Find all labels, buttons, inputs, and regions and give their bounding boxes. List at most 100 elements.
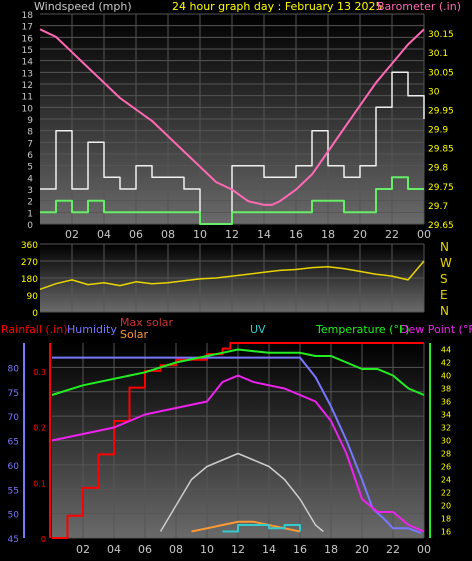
- x-tick-label: 02: [76, 543, 90, 556]
- compass-labels: N W S E N: [440, 240, 452, 318]
- wind-tick-label: 9: [27, 116, 33, 126]
- rain-tick-label: 0.2: [33, 424, 46, 433]
- x-tick-label: 08: [169, 543, 183, 556]
- x-tick-label: 00: [417, 543, 431, 556]
- x-tick-label: 22: [385, 228, 399, 241]
- rain-tick-label: 0.1: [33, 479, 46, 488]
- x-tick-label: 14: [262, 543, 276, 556]
- x-tick-label: 08: [161, 228, 175, 241]
- temp-tick-label: 32: [441, 424, 451, 433]
- temp-tick-label: 36: [441, 398, 451, 407]
- x-tick-label: 22: [386, 543, 400, 556]
- direction-tick-label: 360: [21, 241, 38, 251]
- wind-tick-label: 0: [27, 221, 33, 231]
- barometer-tick-label: 29.95: [428, 106, 454, 116]
- barometer-tick-label: 30.05: [428, 68, 454, 78]
- temp-tick-label: 42: [441, 359, 451, 368]
- x-tick-label: 04: [97, 228, 111, 241]
- legend-humidity: Humidity: [67, 323, 117, 336]
- barometer-tick-label: 29.85: [428, 145, 454, 155]
- humidity-tick-label: 50: [8, 511, 20, 521]
- x-tick-label: 10: [200, 543, 214, 556]
- barometer-tick-label: 30.15: [428, 30, 454, 40]
- wind-tick-label: 6: [27, 151, 33, 161]
- temp-tick-label: 26: [441, 463, 451, 472]
- barometer-axis-label: Barometer (.in): [377, 0, 461, 13]
- direction-tick-label: 270: [21, 258, 38, 268]
- humidity-tick-label: 55: [8, 486, 19, 496]
- rain-tick-label: 0: [41, 535, 46, 544]
- compass-n-top: N: [440, 240, 449, 254]
- wind-axis-label: Windspeed (mph): [34, 0, 132, 13]
- wind-tick-label: 8: [27, 128, 33, 138]
- barometer-tick-label: 29.9: [428, 126, 448, 136]
- legend-dewpoint: Dew Point (°F): [400, 323, 472, 336]
- compass-s: S: [440, 272, 448, 286]
- wind-tick-label: 11: [22, 93, 33, 103]
- humidity-tick-label: 80: [8, 364, 20, 374]
- x-tick-label: 06: [138, 543, 152, 556]
- x-tick-label: 06: [129, 228, 143, 241]
- temp-tick-label: 30: [441, 437, 451, 446]
- barometer-tick-label: 29.65: [428, 221, 454, 231]
- x-tick-label: 12: [231, 543, 245, 556]
- compass-e: E: [440, 288, 448, 302]
- humidity-tick-label: 60: [8, 462, 20, 472]
- temp-tick-label: 44: [441, 346, 451, 355]
- wind-tick-label: 10: [22, 104, 34, 114]
- wind-tick-label: 7: [27, 139, 33, 149]
- wind-tick-label: 1: [27, 209, 33, 219]
- legend-uv: UV: [250, 323, 266, 336]
- humidity-tick-label: 70: [8, 413, 20, 423]
- temp-tick-label: 16: [441, 528, 451, 537]
- wind-tick-label: 17: [22, 23, 33, 33]
- x-tick-label: 16: [293, 543, 307, 556]
- wind-tick-label: 18: [22, 11, 34, 21]
- humidity-tick-label: 45: [8, 535, 19, 545]
- barometer-tick-label: 30: [428, 87, 440, 97]
- temp-tick-label: 20: [441, 502, 451, 511]
- humidity-tick-label: 65: [8, 438, 19, 448]
- compass-n-bottom: N: [440, 304, 449, 318]
- wind-tick-label: 4: [27, 174, 33, 184]
- rain-tick-label: 0.3: [33, 368, 46, 377]
- humidity-tick-label: 75: [8, 389, 19, 399]
- x-tick-label: 02: [65, 228, 79, 241]
- chart-title: 24 hour graph day : February 13 2025: [172, 0, 383, 13]
- wind-tick-label: 5: [27, 163, 33, 173]
- barometer-tick-label: 29.75: [428, 183, 454, 193]
- x-tick-label: 20: [355, 543, 369, 556]
- x-tick-label: 18: [321, 228, 335, 241]
- compass-w: W: [440, 256, 452, 270]
- wind-tick-label: 14: [22, 58, 34, 68]
- temp-tick-label: 34: [441, 411, 451, 420]
- legend-temperature: Temperature (°F): [315, 323, 410, 336]
- barometer-tick-label: 29.8: [428, 164, 448, 174]
- wind-tick-label: 13: [22, 69, 33, 79]
- wind-tick-label: 15: [22, 46, 33, 56]
- wind-tick-label: 16: [22, 34, 34, 44]
- legend-solar: Solar: [120, 328, 149, 341]
- direction-tick-label: 90: [27, 292, 39, 302]
- legend-rainfall: Rainfall (.in): [1, 323, 68, 336]
- x-tick-label: 16: [289, 228, 303, 241]
- x-tick-label: 20: [353, 228, 367, 241]
- wind-tick-label: 12: [22, 81, 33, 91]
- direction-tick-label: 0: [32, 309, 38, 319]
- x-tick-label: 18: [324, 543, 338, 556]
- temp-tick-label: 40: [441, 372, 451, 381]
- temp-tick-label: 38: [441, 385, 451, 394]
- temp-tick-label: 28: [441, 450, 451, 459]
- direction-tick-label: 180: [21, 275, 38, 285]
- x-tick-label: 14: [257, 228, 271, 241]
- x-tick-label: 10: [193, 228, 207, 241]
- barometer-tick-label: 30.1: [428, 49, 448, 59]
- temp-tick-label: 18: [441, 515, 451, 524]
- barometer-tick-label: 29.7: [428, 202, 448, 212]
- x-tick-label: 04: [107, 543, 121, 556]
- temp-tick-label: 24: [441, 476, 451, 485]
- temp-tick-label: 22: [441, 489, 451, 498]
- wind-tick-label: 3: [27, 186, 33, 196]
- wind-tick-label: 2: [27, 198, 33, 208]
- x-tick-label: 12: [225, 228, 239, 241]
